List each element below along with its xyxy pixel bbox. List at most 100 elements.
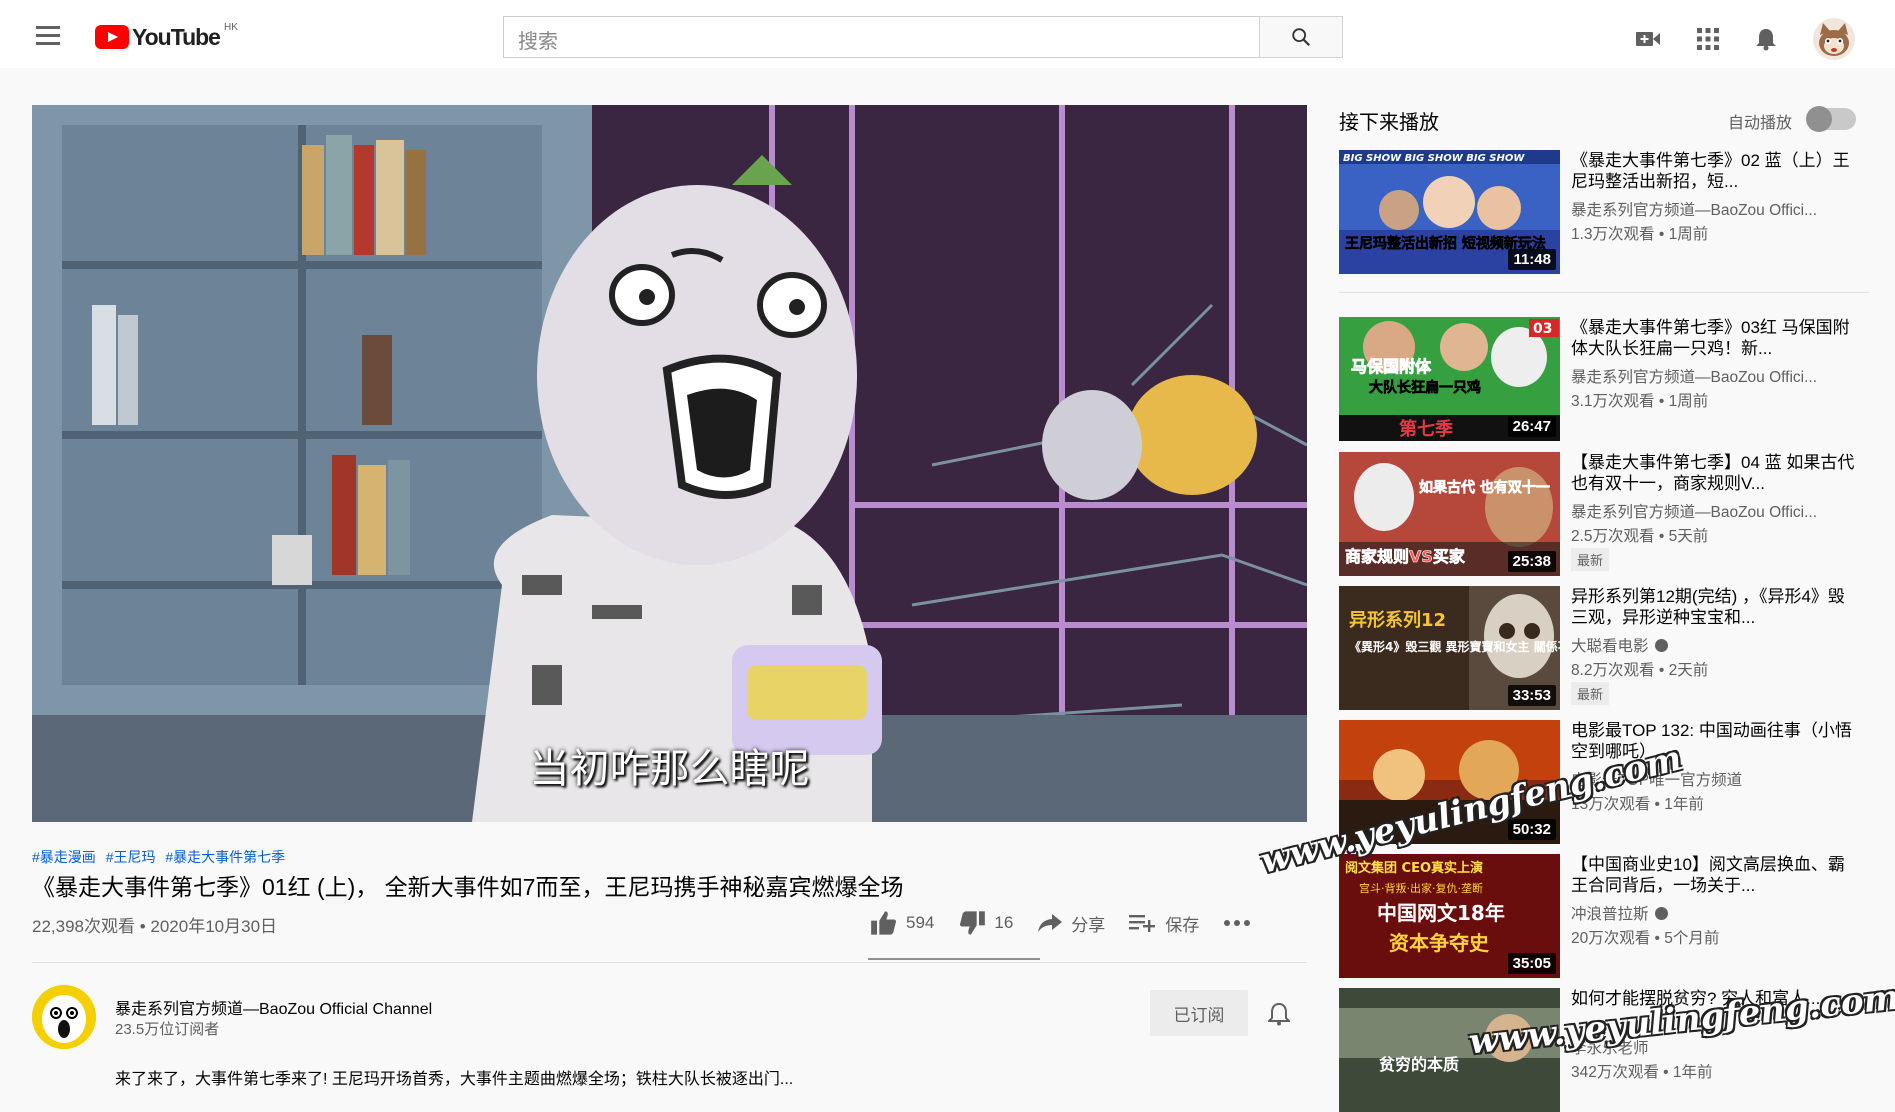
thumb-text: 马保国附体 (1351, 357, 1432, 376)
save-button[interactable]: 保存 (1129, 911, 1199, 936)
thumb-text: 商家规则VS买家 (1345, 547, 1466, 566)
autoplay-toggle[interactable] (1806, 106, 1856, 132)
video-thumbnail[interactable]: 如果古代 也有双十一 商家规则VS买家 25:38 (1339, 452, 1560, 576)
channel-name[interactable]: 冲浪普拉斯 (1571, 902, 1851, 924)
channel-avatar[interactable] (32, 985, 96, 1049)
video-title[interactable]: 异形系列第12期(完结) ，《异形4》毁三观，异形逆种宝宝和... (1571, 586, 1861, 628)
video-duration: 35:05 (1507, 953, 1556, 974)
channel-name[interactable]: 暴走系列官方频道—BaoZou Official Channel (115, 995, 432, 1019)
video-duration: 11:48 (1508, 249, 1556, 270)
thumb-text: 《異形4》毀三觀 異形寶寶和女主 關係不簡單! (1349, 639, 1560, 654)
subscriber-count: 23.5万位订阅者 (115, 1021, 220, 1038)
recommended-video[interactable]: 03 马保国附体 大队长狂扁一只鸡 第七季 26:47 《暴走大事件第七季》03… (1339, 317, 1869, 441)
share-label: 分享 (1071, 915, 1106, 935)
menu-icon[interactable] (28, 20, 68, 50)
up-next-divider (1339, 292, 1869, 293)
hashtag-link[interactable]: #王尼玛 (106, 849, 156, 865)
like-button[interactable]: 594 (870, 910, 934, 936)
thumb-text: 第七季 (1399, 418, 1453, 440)
thumb-text: 中国网文18年 (1377, 901, 1505, 925)
video-title: 《暴走大事件第七季》01红 (上)， 全新大事件如7而至，王尼玛携手神秘嘉宾燃爆… (32, 874, 904, 900)
thumb-text: 资本争夺史 (1389, 931, 1490, 955)
share-button[interactable]: 分享 (1037, 911, 1105, 936)
dislike-count: 16 (994, 913, 1014, 932)
notifications-bell-icon[interactable] (1755, 27, 1777, 51)
channel-name[interactable]: 暴走系列官方频道—BaoZou Offici... (1571, 500, 1851, 522)
new-badge: 最新 (1571, 548, 1610, 571)
channel-name[interactable]: 暴走系列官方频道—BaoZou Offici... (1571, 365, 1851, 387)
more-actions-button[interactable] (1223, 919, 1251, 927)
top-bar: YouTube HK 搜索 (0, 0, 1895, 68)
video-thumbnail[interactable]: 03 马保国附体 大队长狂扁一只鸡 第七季 26:47 (1339, 317, 1560, 441)
thumb-text: 如果古代 也有双十一 (1419, 479, 1550, 496)
video-meta: 20万次观看 • 5个月前 (1571, 930, 1720, 947)
thumb-text: 03 (1533, 321, 1552, 337)
up-next-heading: 接下来播放 (1339, 112, 1439, 134)
section-divider (32, 962, 1307, 963)
thumbs-up-icon (871, 911, 897, 935)
share-arrow-icon (1038, 914, 1063, 932)
video-thumbnail[interactable]: BIG SHOW BIG SHOW BIG SHOW 王尼玛整活出新招 短视频新… (1339, 150, 1560, 274)
youtube-logo[interactable]: YouTube HK (95, 21, 238, 51)
channel-name[interactable]: 大聪看电影 (1571, 634, 1851, 656)
channel-name-text: 冲浪普拉斯 (1571, 906, 1649, 923)
verified-badge-icon (1654, 907, 1668, 920)
video-duration: 25:38 (1507, 551, 1556, 572)
baozou-face-icon (32, 985, 96, 1049)
youtube-play-icon (95, 25, 129, 49)
notification-toggle-button[interactable] (1266, 1002, 1292, 1031)
like-count: 594 (906, 913, 935, 932)
autoplay-toggle-knob (1806, 106, 1832, 132)
hashtag-link[interactable]: #暴走大事件第七季 (165, 849, 285, 865)
verified-badge-icon (1654, 639, 1668, 652)
thumb-text: 异形系列12 (1349, 610, 1446, 631)
recommended-video[interactable]: 如果古代 也有双十一 商家规则VS买家 25:38 【暴走大事件第七季】04 蓝… (1339, 452, 1869, 576)
video-views-date: 22,398次观看 • 2020年10月30日 (32, 917, 278, 936)
video-title[interactable]: 【暴走大事件第七季】04 蓝 如果古代也有双十一，商家规则V... (1571, 452, 1861, 494)
video-title[interactable]: 《暴走大事件第七季》03红 马保国附体大队长狂扁一只鸡！新... (1571, 317, 1861, 359)
search-icon (1292, 28, 1311, 47)
search-input[interactable]: 搜索 (503, 16, 1259, 58)
video-meta: 1.3万次观看 • 1周前 (1571, 226, 1709, 243)
hashtag-link[interactable]: #暴走漫画 (32, 849, 96, 865)
more-horizontal-icon (1224, 920, 1251, 926)
new-badge: 最新 (1571, 682, 1610, 705)
save-label: 保存 (1165, 915, 1200, 935)
video-title[interactable]: 《暴走大事件第七季》02 蓝（上）王尼玛整活出新招，短... (1571, 150, 1861, 192)
video-meta: 342万次观看 • 1年前 (1571, 1064, 1713, 1081)
avatar-cat-icon (1819, 23, 1849, 56)
thumb-text: 贫穷的本质 (1379, 1055, 1459, 1074)
recommended-video[interactable]: BIG SHOW BIG SHOW BIG SHOW 王尼玛整活出新招 短视频新… (1339, 150, 1869, 274)
video-title[interactable]: 【中国商业史10】阅文高层换血、霸王合同背后，一场关于... (1571, 854, 1861, 896)
channel-name-text: 大聪看电影 (1571, 638, 1649, 655)
video-player[interactable]: 当初咋那么瞎呢 (32, 105, 1307, 822)
video-thumbnail[interactable]: 异形系列12 《異形4》毀三觀 異形寶寶和女主 關係不簡單! 33:53 (1339, 586, 1560, 710)
video-frame-illustration (32, 105, 1307, 822)
video-duration: 50:32 (1507, 819, 1556, 840)
search-button[interactable] (1259, 16, 1343, 58)
like-ratio-bar (868, 958, 1040, 960)
thumb-text: BIG SHOW BIG SHOW BIG SHOW (1343, 153, 1525, 164)
video-duration: 26:47 (1507, 416, 1556, 437)
header-actions (1635, 18, 1855, 60)
apps-grid-icon[interactable] (1697, 28, 1719, 50)
dislike-button[interactable]: 16 (958, 910, 1013, 936)
video-meta: 2.5万次观看 • 5天前 (1571, 528, 1709, 545)
video-description: 来了来了，大事件第七季来了! 王尼玛开场首秀，大事件主题曲燃爆全场；铁柱大队长被… (115, 1071, 794, 1088)
recommended-video[interactable]: 阅文集团 CEO真实上演 宫斗·背叛·出家·复仇·垄断 中国网文18年 资本争夺… (1339, 854, 1869, 978)
recommended-video[interactable]: 异形系列12 《異形4》毀三觀 異形寶寶和女主 關係不簡單! 33:53 异形系… (1339, 586, 1869, 710)
create-video-icon[interactable] (1635, 29, 1661, 49)
bell-outline-icon (1266, 1002, 1292, 1026)
logo-region: HK (223, 21, 238, 33)
playlist-add-icon (1129, 915, 1156, 932)
autoplay-label: 自动播放 (1728, 115, 1793, 132)
logo-text: YouTube (132, 23, 221, 50)
video-subtitle: 当初咋那么瞎呢 (529, 747, 810, 791)
channel-name[interactable]: 暴走系列官方频道—BaoZou Offici... (1571, 198, 1851, 220)
subscribed-button[interactable]: 已订阅 (1150, 990, 1248, 1036)
video-thumbnail[interactable]: 阅文集团 CEO真实上演 宫斗·背叛·出家·复仇·垄断 中国网文18年 资本争夺… (1339, 854, 1560, 978)
video-meta: 3.1万次观看 • 1周前 (1571, 393, 1709, 410)
user-avatar[interactable] (1813, 18, 1855, 60)
video-duration: 33:53 (1507, 685, 1556, 706)
video-meta: 8.2万次观看 • 2天前 (1571, 662, 1709, 679)
